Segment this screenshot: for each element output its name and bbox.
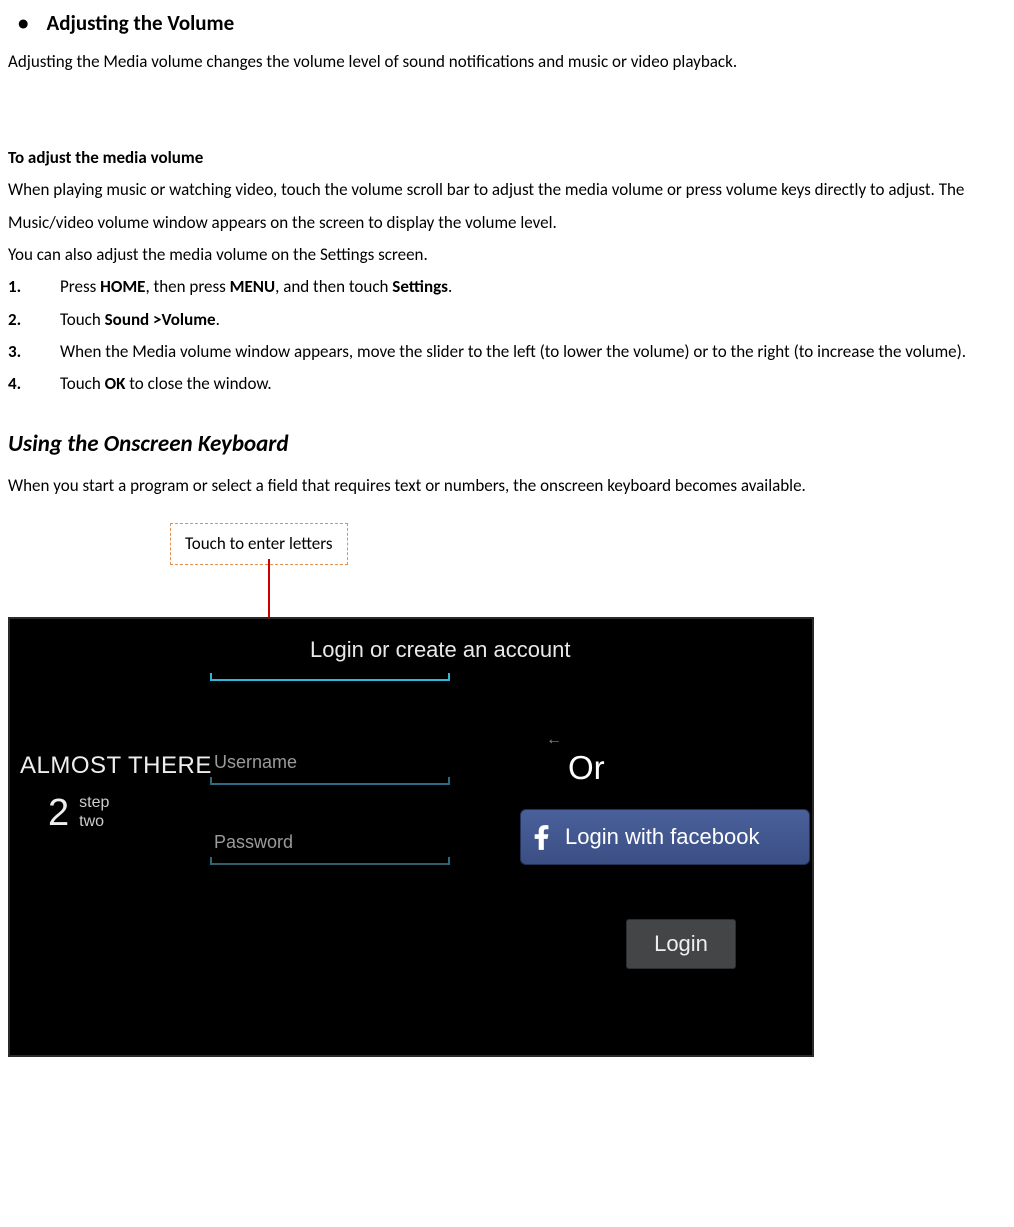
media-volume-paragraph-1: When playing music or watching video, to… [8, 174, 1006, 239]
password-placeholder: Password [214, 832, 293, 852]
login-button[interactable]: Login [626, 919, 736, 969]
phone-screenshot: ALMOST THERE 2 step two Login or create … [8, 617, 814, 1057]
volume-intro-paragraph: Adjusting the Media volume changes the v… [8, 46, 1006, 78]
bullet-dot: • [18, 4, 28, 44]
step-1: Press HOME, then press MENU, and then to… [8, 271, 1006, 303]
step-4: Touch OK to close the window. [8, 368, 1006, 400]
heading-text: Adjusting the Volume [46, 4, 234, 44]
facebook-button-label: Login with facebook [565, 816, 759, 858]
step-2: Touch Sound >Volume. [8, 304, 1006, 336]
step-3: When the Media volume window appears, mo… [8, 336, 1006, 368]
keyboard-diagram: Touch to enter letters ALMOST THERE 2 st… [8, 523, 1006, 1083]
media-volume-subheading: To adjust the media volume [8, 142, 1006, 174]
login-button-label: Login [654, 923, 708, 965]
step-number: 2 [48, 777, 69, 849]
section-adjusting-volume-heading: • Adjusting the Volume [8, 4, 1006, 44]
password-field[interactable]: Password [210, 819, 450, 865]
onscreen-keyboard-intro: When you start a program or select a fie… [8, 470, 1006, 502]
facebook-icon [531, 824, 553, 850]
top-input-underline[interactable] [210, 669, 450, 681]
onscreen-keyboard-heading: Using the Onscreen Keyboard [8, 423, 1006, 467]
step-indicator: 2 step two [48, 777, 109, 849]
backspace-icon: ← [546, 725, 562, 755]
login-title: Login or create an account [310, 629, 571, 671]
step-text: step two [79, 794, 109, 831]
login-with-facebook-button[interactable]: Login with facebook [520, 809, 810, 865]
username-placeholder: Username [214, 752, 297, 772]
steps-list: Press HOME, then press MENU, and then to… [8, 271, 1006, 400]
callout-label: Touch to enter letters [170, 523, 348, 565]
media-volume-paragraph-2: You can also adjust the media volume on … [8, 239, 1006, 271]
username-field[interactable]: Username [210, 739, 450, 785]
or-label: Or [568, 737, 605, 800]
